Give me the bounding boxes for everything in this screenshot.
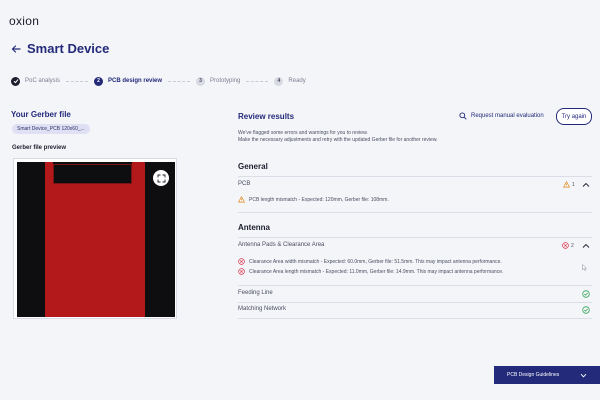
check-circle-icon (582, 306, 590, 314)
gerber-file-chip[interactable]: Smart Device_PCB 120x60_... (12, 124, 90, 134)
antenna-issue-item: Clearance Area length mismatch - Expecte… (238, 268, 503, 275)
step-connector (168, 80, 191, 82)
stepper: PoC analysis 2 PCB design review 3 Proto… (11, 76, 306, 86)
page-title: Smart Device (27, 41, 110, 56)
error-icon (238, 258, 245, 265)
review-description-line-2: Make the necessary adjustments and retry… (238, 137, 438, 143)
antenna-issue-text: Clearance Area width mismatch - Expected… (249, 258, 502, 265)
divider (238, 285, 592, 286)
step-connector (246, 80, 269, 82)
step-poc-analysis[interactable]: PoC analysis (11, 76, 61, 86)
pcb-warning-count: 1 (563, 181, 575, 188)
step-label: PoC analysis (25, 78, 61, 84)
divider (238, 237, 592, 238)
chevron-up-icon[interactable] (582, 182, 590, 188)
step-label: Ready (288, 78, 306, 84)
back-arrow-icon[interactable] (11, 44, 21, 54)
pcb-row-label[interactable]: PCB (238, 181, 250, 187)
check-circle-icon (582, 290, 590, 298)
gerber-preview-label: Gerber file preview (12, 145, 67, 151)
request-manual-evaluation-link[interactable]: Request manual evaluation (459, 112, 544, 120)
warning-count-value: 1 (572, 181, 575, 188)
app-logo: oxion (9, 14, 40, 28)
step-label: Prototyping (210, 78, 241, 84)
warning-icon (563, 181, 570, 188)
mouse-cursor-icon (582, 264, 587, 271)
check-icon (11, 76, 20, 86)
chevron-down-icon (580, 373, 587, 377)
chevron-up-icon[interactable] (582, 243, 590, 249)
guidelines-label: PCB Design Guidelines (507, 372, 560, 378)
manual-evaluation-label: Request manual evaluation (471, 113, 544, 119)
pcb-antenna-outline (53, 164, 132, 184)
feeding-line-row-label[interactable]: Feeding Line (238, 290, 273, 296)
step-number: 3 (196, 76, 206, 86)
try-again-button[interactable]: Try again (556, 108, 592, 125)
divider (238, 212, 592, 213)
antenna-pads-error-count: 2 (562, 242, 574, 249)
step-prototyping[interactable]: 3 Prototyping (196, 76, 241, 86)
antenna-pads-row-label[interactable]: Antenna Pads & Clearance Area (238, 242, 324, 248)
antenna-issue-text: Clearance Area length mismatch - Expecte… (249, 268, 504, 275)
antenna-issue-item: Clearance Area width mismatch - Expected… (238, 258, 502, 265)
step-number: 2 (94, 76, 104, 86)
gerber-preview (13, 158, 177, 319)
step-ready[interactable]: 4 Ready (274, 76, 306, 86)
divider (238, 318, 592, 319)
pcb-issue-text: PCB length mismatch - Expected: 120mm, G… (249, 196, 389, 203)
step-number: 4 (274, 76, 284, 86)
warning-icon (238, 196, 245, 203)
section-antenna-heading: Antenna (238, 223, 270, 232)
expand-icon (157, 174, 165, 182)
review-description: We've flagged some errors and warnings f… (238, 130, 578, 144)
pcb-board-shape (45, 184, 145, 317)
pcb-design-guidelines-button[interactable]: PCB Design Guidelines (494, 366, 600, 384)
step-label: PCB design review (108, 78, 163, 84)
gerber-preview-image (17, 162, 175, 317)
matching-network-row-label[interactable]: Matching Network (238, 306, 286, 312)
gerber-file-title: Your Gerber file (11, 110, 71, 119)
section-general-heading: General (238, 162, 268, 171)
step-pcb-design-review[interactable]: 2 PCB design review (94, 76, 163, 86)
error-count-value: 2 (571, 242, 574, 249)
error-icon (238, 268, 245, 275)
divider (238, 176, 592, 177)
search-icon (459, 112, 467, 120)
divider (238, 302, 592, 303)
pcb-top-right-strip (132, 162, 145, 184)
step-connector (66, 80, 89, 82)
pcb-top-left-strip (45, 162, 53, 184)
expand-preview-button[interactable] (153, 170, 169, 186)
review-description-line-1: We've flagged some errors and warnings f… (238, 130, 368, 136)
review-results-title: Review results (238, 112, 295, 121)
error-icon (562, 242, 569, 249)
pcb-issue-item: PCB length mismatch - Expected: 120mm, G… (238, 196, 389, 203)
